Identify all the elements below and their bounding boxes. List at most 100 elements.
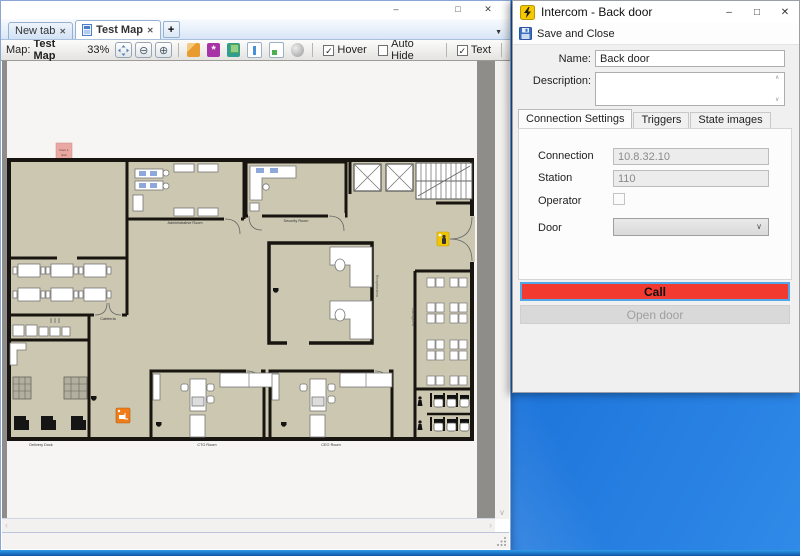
info-bar — [253, 46, 256, 55]
name-label: Name: — [513, 53, 591, 65]
svg-text:Waiting Area: Waiting Area — [411, 308, 415, 326]
auto-hide-checkbox[interactable] — [378, 45, 388, 56]
map-tab-bar: New tab ✕ Test Map ✕ + ▼ — [1, 19, 510, 40]
star-icon[interactable]: * — [207, 43, 220, 57]
close-icon[interactable]: ✕ — [477, 2, 499, 17]
close-icon[interactable]: ✕ — [771, 1, 799, 23]
horizontal-scrollbar[interactable]: ‹ › — [2, 518, 495, 533]
toolbar-separator — [178, 43, 179, 57]
call-button[interactable]: Call — [520, 282, 790, 301]
toolbar-separator — [501, 43, 502, 57]
minimize-icon[interactable]: – — [715, 1, 743, 23]
chevron-down-icon: ∨ — [756, 222, 762, 231]
stairs — [416, 163, 472, 199]
maximize-icon[interactable]: □ — [447, 2, 469, 17]
vertical-scrollbar[interactable]: ∨ — [495, 61, 509, 519]
connection-settings-panel: Connection Station Operator Door ∨ — [518, 128, 792, 280]
floor-plan[interactable]: Floor 1 Exit — [2, 61, 497, 519]
tab-state-images[interactable]: State images — [690, 112, 770, 128]
door-dropdown[interactable]: ∨ — [613, 218, 769, 236]
tab-close-icon[interactable]: ✕ — [147, 26, 154, 35]
zoom-in-button[interactable]: ⊕ — [155, 42, 172, 58]
svg-text:Cafeteria: Cafeteria — [100, 317, 116, 321]
name-field[interactable] — [595, 50, 785, 67]
tab-close-icon[interactable]: ✕ — [59, 27, 66, 36]
marker-square — [272, 50, 277, 55]
forklift-device-icon[interactable] — [116, 408, 130, 423]
svg-text:Security Room: Security Room — [284, 219, 309, 223]
fit-view-button[interactable] — [115, 42, 132, 58]
tab-connection-settings[interactable]: Connection Settings — [518, 109, 632, 128]
scroll-down-icon[interactable]: ∨ — [495, 508, 509, 517]
description-field[interactable] — [595, 72, 785, 106]
desktop-accent-line — [0, 550, 800, 556]
svg-text:Administrative Room: Administrative Room — [167, 221, 202, 225]
toolbar-separator — [446, 43, 447, 57]
svg-text:CEO Room: CEO Room — [321, 443, 340, 447]
connection-label: Connection — [538, 150, 594, 162]
intercom-toolbar: Save and Close — [513, 23, 799, 45]
scroll-right-icon[interactable]: › — [489, 520, 492, 530]
station-field — [613, 170, 769, 187]
settings-tab-strip: Connection Settings Triggers State image… — [518, 111, 772, 128]
map-window-titlebar: – □ ✕ — [1, 1, 510, 19]
svg-text:CTO Room: CTO Room — [197, 443, 216, 447]
tile-overlay — [230, 44, 239, 53]
open-door-button: Open door — [520, 305, 790, 324]
map-window: – □ ✕ New tab ✕ Test Map ✕ + ▼ Map: Test… — [0, 0, 511, 551]
text-checkbox[interactable]: ✓ — [457, 45, 468, 56]
station-label: Station — [538, 172, 572, 184]
tiles-icon[interactable] — [227, 43, 240, 57]
map-name: Test Map — [33, 38, 77, 62]
info-bar-icon[interactable] — [247, 42, 262, 58]
tab-new-tab[interactable]: New tab ✕ — [8, 22, 73, 39]
window-title: Intercom - Back door — [541, 5, 652, 19]
intercom-window: Intercom - Back door – □ ✕ Save and Clos… — [512, 0, 800, 393]
zoom-level: 33% — [87, 44, 109, 56]
svg-text:Delivery Dock: Delivery Dock — [29, 443, 53, 447]
layers-icon[interactable] — [187, 43, 200, 57]
intercom-titlebar: Intercom - Back door – □ ✕ — [513, 1, 799, 23]
description-label: Description: — [513, 75, 591, 87]
map-viewport[interactable]: Floor 1 Exit — [2, 61, 497, 519]
auto-hide-checkbox-wrap[interactable]: Auto Hide — [378, 38, 436, 62]
svg-text:Exit: Exit — [61, 153, 66, 157]
scroll-down-icon[interactable]: ∨ — [775, 97, 779, 103]
operator-checkbox — [613, 193, 625, 205]
scroll-left-icon[interactable]: ‹ — [5, 520, 8, 530]
tab-test-map[interactable]: Test Map ✕ — [75, 20, 161, 39]
save-and-close-button[interactable]: Save and Close — [537, 28, 615, 40]
tab-triggers[interactable]: Triggers — [633, 112, 689, 128]
text-checkbox-wrap[interactable]: ✓ Text — [457, 44, 491, 56]
zoom-out-button[interactable]: ⊖ — [135, 42, 152, 58]
intercom-app-icon — [520, 5, 535, 20]
minimize-icon[interactable]: – — [385, 2, 407, 17]
intercom-device-icon[interactable] — [437, 232, 449, 246]
tab-list-dropdown-icon[interactable]: ▼ — [495, 29, 502, 36]
sphere-icon[interactable] — [291, 43, 304, 57]
map-document-icon — [82, 24, 92, 36]
hover-checkbox-wrap[interactable]: ✓ Hover — [323, 44, 366, 56]
fit-view-icon — [118, 45, 129, 56]
tab-label: New tab — [15, 25, 55, 37]
marker-icon[interactable] — [269, 42, 284, 58]
maximize-icon[interactable]: □ — [743, 1, 771, 23]
operator-label: Operator — [538, 195, 581, 207]
scroll-up-icon[interactable]: ∧ — [775, 75, 779, 81]
text-label: Text — [471, 44, 491, 56]
tab-label: Test Map — [96, 24, 143, 36]
toolbar-separator — [312, 43, 313, 57]
add-tab-button[interactable]: + — [163, 21, 180, 38]
hover-checkbox[interactable]: ✓ — [323, 45, 334, 56]
save-icon — [519, 27, 532, 40]
map-toolbar: Map: Test Map 33% ⊖ ⊕ * ✓ Hover Auto Hid… — [1, 40, 510, 61]
status-bar — [2, 532, 509, 549]
hover-label: Hover — [337, 44, 366, 56]
auto-hide-label: Auto Hide — [391, 38, 436, 62]
svg-text:Floor 1: Floor 1 — [59, 148, 69, 152]
resize-grip[interactable] — [496, 536, 507, 547]
svg-text:Reception Area: Reception Area — [375, 275, 379, 297]
intercom-body: Name: Description: ∧ ∨ Connection Settin… — [513, 44, 799, 392]
door-label: Door — [538, 222, 562, 234]
connection-field — [613, 148, 769, 165]
